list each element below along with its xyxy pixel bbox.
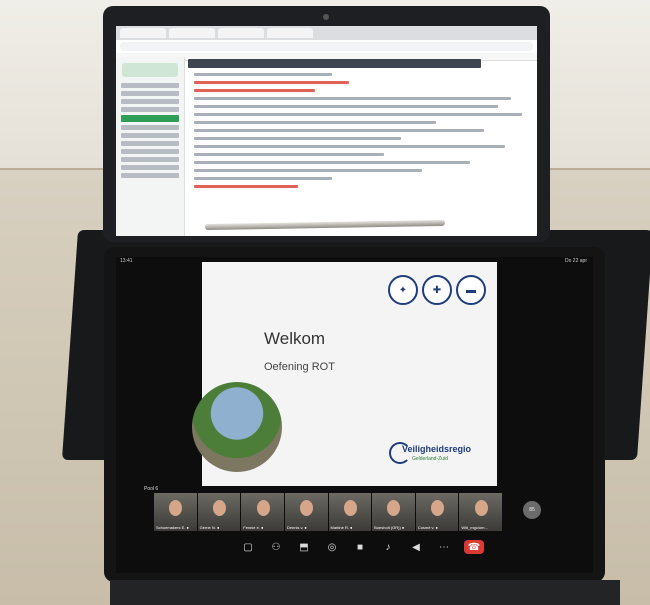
- participant-tile[interactable]: Schoemakers E. ●: [154, 493, 197, 531]
- ambulance-star-icon: ✚: [422, 275, 452, 305]
- status-time: 13:41: [120, 258, 133, 264]
- participant-tile[interactable]: Gerrie N. ●: [197, 493, 241, 531]
- participant-name: Dennis v. ●: [286, 525, 307, 530]
- participant-face: [300, 500, 314, 516]
- hang-up-icon[interactable]: ☎: [464, 540, 484, 554]
- link-line[interactable]: [194, 81, 350, 84]
- text-line: [194, 161, 470, 164]
- participant-tile[interactable]: Fennie e. ●: [241, 493, 284, 531]
- slide-title: Welkom: [264, 329, 326, 348]
- text-line: [194, 153, 384, 156]
- text-line: [194, 97, 512, 100]
- address-bar[interactable]: [120, 42, 533, 51]
- participant-name: Fennie e. ●: [243, 525, 264, 530]
- participant-count-badge[interactable]: 85: [523, 501, 541, 519]
- participant-name: Gerrie N. ●: [199, 525, 220, 530]
- text-line: [194, 121, 436, 124]
- sidebar-item[interactable]: [121, 173, 179, 178]
- participant-face: [169, 500, 183, 516]
- sidebar-item[interactable]: [121, 91, 179, 96]
- participant-tile[interactable]: Cosmé v. ●: [415, 493, 459, 531]
- link-line[interactable]: [194, 185, 298, 188]
- sidebar-item[interactable]: [121, 99, 179, 104]
- text-line: [194, 105, 498, 108]
- text-line: [194, 177, 332, 180]
- sidebar-item[interactable]: [121, 157, 179, 162]
- participant-strip: Schoemakers E. ● Gerrie N. ● Fennie e. ●…: [154, 493, 502, 531]
- sidebar-item[interactable]: [121, 141, 179, 146]
- participant-face: [431, 500, 445, 516]
- text-line: [194, 137, 401, 140]
- app-logo: [122, 63, 178, 77]
- mute-icon[interactable]: ♪: [380, 540, 396, 554]
- browser-tab[interactable]: [267, 28, 313, 38]
- status-date: Do 22 apr: [565, 258, 587, 264]
- video-call-screen: 13:41 Do 22 apr ✦ ✚ ▬ Welkom Oefening RO…: [116, 257, 593, 573]
- participant-face: [256, 500, 270, 516]
- participant-name: Martine R. ●: [330, 525, 353, 530]
- tablet-keyboard: [110, 580, 620, 605]
- sidebar-item[interactable]: [121, 107, 179, 112]
- text-line: [194, 169, 422, 172]
- speaker-icon[interactable]: ◀: [408, 540, 424, 554]
- slide-subtitle: Oefening ROT: [264, 361, 335, 373]
- police-emblem-icon: ▬: [456, 275, 486, 305]
- shared-slide: ✦ ✚ ▬ Welkom Oefening ROT Veiligheidsreg…: [192, 262, 497, 486]
- participant-name: Cosmé v. ●: [417, 525, 438, 530]
- link-line[interactable]: [194, 89, 315, 92]
- browser-tab[interactable]: [169, 28, 215, 38]
- browser-tab-strip: [116, 26, 537, 40]
- org-name: Veiligheidsregio: [402, 444, 472, 454]
- participant-face: [212, 500, 226, 516]
- participant-name: Schoemakers E. ●: [156, 525, 189, 530]
- tablet: 13:41 Do 22 apr ✦ ✚ ▬ Welkom Oefening RO…: [104, 247, 605, 582]
- gallery-label: Pool 6: [144, 486, 159, 492]
- people-icon[interactable]: ⚇: [268, 540, 284, 554]
- browser-tab[interactable]: [120, 28, 166, 38]
- text-line: [194, 73, 332, 76]
- document-content: [188, 59, 533, 236]
- app-sidebar: [116, 57, 185, 236]
- participant-face: [474, 500, 488, 516]
- photo-scene: 13:41 Do 22 apr ✦ ✚ ▬ Welkom Oefening RO…: [0, 0, 650, 605]
- participant-tile[interactable]: Martine R. ●: [328, 493, 372, 531]
- org-logo: Veiligheidsregio Gelderland-Zuid: [389, 440, 489, 474]
- sidebar-item[interactable]: [121, 149, 179, 154]
- call-controls: ▢ ⚇ ⬒ ◎ ■ ♪ ◀ ⋯ ☎: [240, 540, 484, 554]
- sidebar-item-active[interactable]: [121, 115, 179, 122]
- participant-tile[interactable]: Boesholt (GR)) ●: [372, 493, 415, 531]
- camera-toggle-icon[interactable]: ▢: [240, 540, 256, 554]
- participant-face: [387, 500, 401, 516]
- more-icon[interactable]: ⋯: [436, 540, 452, 554]
- participant-name: Wilt_mgc/om...: [461, 525, 488, 530]
- share-icon[interactable]: ⬒: [296, 540, 312, 554]
- participant-tile[interactable]: Dennis v. ●: [284, 493, 328, 531]
- fire-emblem-icon: ✦: [388, 275, 418, 305]
- sidebar-item[interactable]: [121, 165, 179, 170]
- participant-tile[interactable]: Wilt_mgc/om...: [459, 493, 502, 531]
- sidebar-item[interactable]: [121, 125, 179, 130]
- webcam: [323, 14, 329, 20]
- org-sub: Gelderland-Zuid: [412, 456, 448, 462]
- laptop-screen: [116, 26, 537, 236]
- laptop: [103, 6, 550, 242]
- chat-icon[interactable]: ◎: [324, 540, 340, 554]
- text-line: [194, 129, 484, 132]
- browser-tab[interactable]: [218, 28, 264, 38]
- document-header: [188, 59, 482, 68]
- video-icon[interactable]: ■: [352, 540, 368, 554]
- participant-name: Boesholt (GR)) ●: [374, 525, 405, 530]
- exercise-photo: [192, 382, 282, 472]
- participant-face: [343, 500, 357, 516]
- sidebar-item[interactable]: [121, 83, 179, 88]
- text-line: [194, 145, 505, 148]
- sidebar-item[interactable]: [121, 133, 179, 138]
- text-line: [194, 113, 522, 116]
